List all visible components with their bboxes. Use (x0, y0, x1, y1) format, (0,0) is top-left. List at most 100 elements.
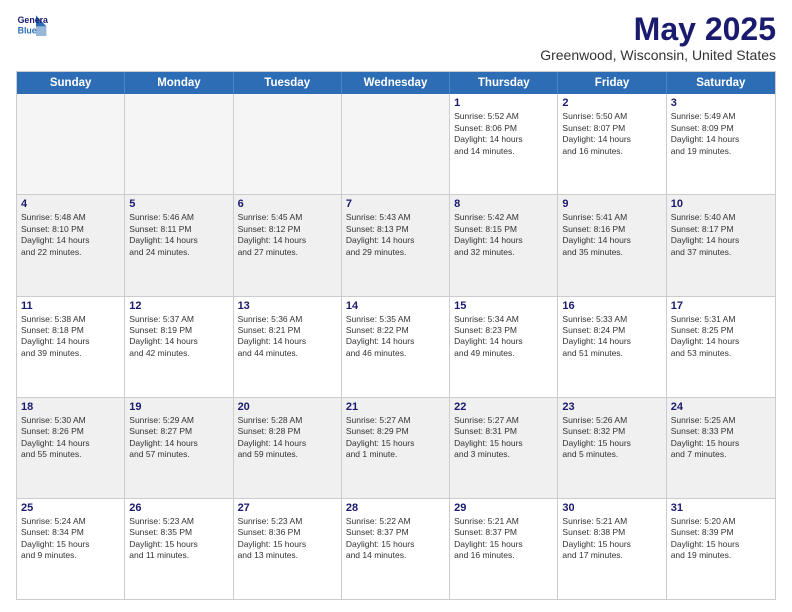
calendar-cell: 11 Sunrise: 5:38 AMSunset: 8:18 PMDayligh… (17, 297, 125, 397)
calendar-cell (342, 94, 450, 194)
calendar-cell (234, 94, 342, 194)
calendar-cell: 8 Sunrise: 5:42 AMSunset: 8:15 PMDaylight… (450, 195, 558, 295)
weekday-header: Monday (125, 72, 233, 94)
calendar-cell: 6 Sunrise: 5:45 AMSunset: 8:12 PMDaylight… (234, 195, 342, 295)
cell-info: Sunrise: 5:50 AMSunset: 8:07 PMDaylight:… (562, 111, 661, 157)
cell-info: Sunrise: 5:42 AMSunset: 8:15 PMDaylight:… (454, 212, 553, 258)
day-number: 25 (21, 502, 120, 514)
day-number: 9 (562, 198, 661, 210)
calendar: SundayMondayTuesdayWednesdayThursdayFrid… (16, 71, 776, 600)
calendar-cell: 17 Sunrise: 5:31 AMSunset: 8:25 PMDayligh… (667, 297, 775, 397)
calendar-cell: 12Sunrise: 5:37 AMSunset: 8:19 PMDayligh… (125, 297, 233, 397)
calendar-cell: 2 Sunrise: 5:50 AMSunset: 8:07 PMDaylight… (558, 94, 666, 194)
calendar-cell: 21 Sunrise: 5:27 AMSunset: 8:29 PMDayligh… (342, 398, 450, 498)
calendar-cell: 10 Sunrise: 5:40 AMSunset: 8:17 PMDayligh… (667, 195, 775, 295)
calendar-cell: 9 Sunrise: 5:41 AMSunset: 8:16 PMDaylight… (558, 195, 666, 295)
calendar-cell: 27 Sunrise: 5:23 AMSunset: 8:36 PMDayligh… (234, 499, 342, 599)
calendar-cell: 15 Sunrise: 5:34 AMSunset: 8:23 PMDayligh… (450, 297, 558, 397)
calendar-cell: 30 Sunrise: 5:21 AMSunset: 8:38 PMDayligh… (558, 499, 666, 599)
calendar-cell: 18 Sunrise: 5:30 AMSunset: 8:26 PMDayligh… (17, 398, 125, 498)
calendar-cell (17, 94, 125, 194)
calendar-cell: 28Sunrise: 5:22 AMSunset: 8:37 PMDayligh… (342, 499, 450, 599)
day-number: 19 (129, 401, 228, 413)
cell-info: Sunrise: 5:46 AMSunset: 8:11 PMDaylight:… (129, 212, 228, 258)
day-number: 3 (671, 97, 771, 109)
cell-info: Sunrise: 5:22 AMSunset: 8:37 PMDaylight:… (346, 516, 445, 562)
day-number: 18 (21, 401, 120, 413)
calendar-row: 4Sunrise: 5:48 AMSunset: 8:10 PMDaylight… (17, 195, 775, 296)
day-number: 20 (238, 401, 337, 413)
calendar-header: SundayMondayTuesdayWednesdayThursdayFrid… (17, 72, 775, 94)
cell-info: Sunrise: 5:41 AMSunset: 8:16 PMDaylight:… (562, 212, 661, 258)
cell-info: Sunrise: 5:49 AMSunset: 8:09 PMDaylight:… (671, 111, 771, 157)
cell-info: Sunrise: 5:52 AMSunset: 8:06 PMDaylight:… (454, 111, 553, 157)
day-number: 31 (671, 502, 771, 514)
calendar-cell: 3 Sunrise: 5:49 AMSunset: 8:09 PMDaylight… (667, 94, 775, 194)
day-number: 15 (454, 300, 553, 312)
day-number: 6 (238, 198, 337, 210)
weekday-header: Saturday (667, 72, 775, 94)
day-number: 24 (671, 401, 771, 413)
calendar-cell: 20Sunrise: 5:28 AMSunset: 8:28 PMDayligh… (234, 398, 342, 498)
day-number: 10 (671, 198, 771, 210)
day-number: 7 (346, 198, 445, 210)
cell-info: Sunrise: 5:38 AMSunset: 8:18 PMDaylight:… (21, 314, 120, 360)
day-number: 23 (562, 401, 661, 413)
title-block: May 2025 Greenwood, Wisconsin, United St… (540, 12, 776, 63)
calendar-row: 1Sunrise: 5:52 AMSunset: 8:06 PMDaylight… (17, 94, 775, 195)
location: Greenwood, Wisconsin, United States (540, 47, 776, 63)
calendar-cell: 24Sunrise: 5:25 AMSunset: 8:33 PMDayligh… (667, 398, 775, 498)
calendar-cell: 16Sunrise: 5:33 AMSunset: 8:24 PMDayligh… (558, 297, 666, 397)
cell-info: Sunrise: 5:24 AMSunset: 8:34 PMDaylight:… (21, 516, 120, 562)
svg-text:General: General (18, 15, 48, 25)
day-number: 5 (129, 198, 228, 210)
calendar-cell: 22 Sunrise: 5:27 AMSunset: 8:31 PMDayligh… (450, 398, 558, 498)
cell-info: Sunrise: 5:36 AMSunset: 8:21 PMDaylight:… (238, 314, 337, 360)
calendar-cell: 23Sunrise: 5:26 AMSunset: 8:32 PMDayligh… (558, 398, 666, 498)
day-number: 4 (21, 198, 120, 210)
cell-info: Sunrise: 5:35 AMSunset: 8:22 PMDaylight:… (346, 314, 445, 360)
day-number: 30 (562, 502, 661, 514)
day-number: 2 (562, 97, 661, 109)
calendar-cell: 19Sunrise: 5:29 AMSunset: 8:27 PMDayligh… (125, 398, 233, 498)
day-number: 26 (129, 502, 228, 514)
day-number: 21 (346, 401, 445, 413)
cell-info: Sunrise: 5:27 AMSunset: 8:29 PMDaylight:… (346, 415, 445, 461)
calendar-cell: 5 Sunrise: 5:46 AMSunset: 8:11 PMDaylight… (125, 195, 233, 295)
cell-info: Sunrise: 5:45 AMSunset: 8:12 PMDaylight:… (238, 212, 337, 258)
day-number: 27 (238, 502, 337, 514)
page: General Blue May 2025 Greenwood, Wiscons… (0, 0, 792, 612)
day-number: 22 (454, 401, 553, 413)
cell-info: Sunrise: 5:31 AMSunset: 8:25 PMDaylight:… (671, 314, 771, 360)
calendar-cell: 13Sunrise: 5:36 AMSunset: 8:21 PMDayligh… (234, 297, 342, 397)
calendar-cell: 1Sunrise: 5:52 AMSunset: 8:06 PMDaylight… (450, 94, 558, 194)
day-number: 17 (671, 300, 771, 312)
cell-info: Sunrise: 5:23 AMSunset: 8:36 PMDaylight:… (238, 516, 337, 562)
calendar-cell: 26 Sunrise: 5:23 AMSunset: 8:35 PMDayligh… (125, 499, 233, 599)
cell-info: Sunrise: 5:27 AMSunset: 8:31 PMDaylight:… (454, 415, 553, 461)
calendar-cell: 14 Sunrise: 5:35 AMSunset: 8:22 PMDayligh… (342, 297, 450, 397)
cell-info: Sunrise: 5:21 AMSunset: 8:38 PMDaylight:… (562, 516, 661, 562)
logo: General Blue (16, 12, 48, 40)
day-number: 8 (454, 198, 553, 210)
cell-info: Sunrise: 5:23 AMSunset: 8:35 PMDaylight:… (129, 516, 228, 562)
day-number: 29 (454, 502, 553, 514)
weekday-header: Thursday (450, 72, 558, 94)
day-number: 16 (562, 300, 661, 312)
calendar-row: 25 Sunrise: 5:24 AMSunset: 8:34 PMDayligh… (17, 499, 775, 599)
svg-text:Blue: Blue (18, 26, 37, 36)
calendar-cell: 4Sunrise: 5:48 AMSunset: 8:10 PMDaylight… (17, 195, 125, 295)
calendar-body: 1Sunrise: 5:52 AMSunset: 8:06 PMDaylight… (17, 94, 775, 599)
calendar-cell: 7 Sunrise: 5:43 AMSunset: 8:13 PMDaylight… (342, 195, 450, 295)
day-number: 14 (346, 300, 445, 312)
cell-info: Sunrise: 5:40 AMSunset: 8:17 PMDaylight:… (671, 212, 771, 258)
day-number: 12 (129, 300, 228, 312)
weekday-header: Tuesday (234, 72, 342, 94)
calendar-cell: 25 Sunrise: 5:24 AMSunset: 8:34 PMDayligh… (17, 499, 125, 599)
day-number: 11 (21, 300, 120, 312)
cell-info: Sunrise: 5:30 AMSunset: 8:26 PMDaylight:… (21, 415, 120, 461)
cell-info: Sunrise: 5:34 AMSunset: 8:23 PMDaylight:… (454, 314, 553, 360)
month-title: May 2025 (540, 12, 776, 47)
calendar-cell: 29Sunrise: 5:21 AMSunset: 8:37 PMDayligh… (450, 499, 558, 599)
cell-info: Sunrise: 5:43 AMSunset: 8:13 PMDaylight:… (346, 212, 445, 258)
